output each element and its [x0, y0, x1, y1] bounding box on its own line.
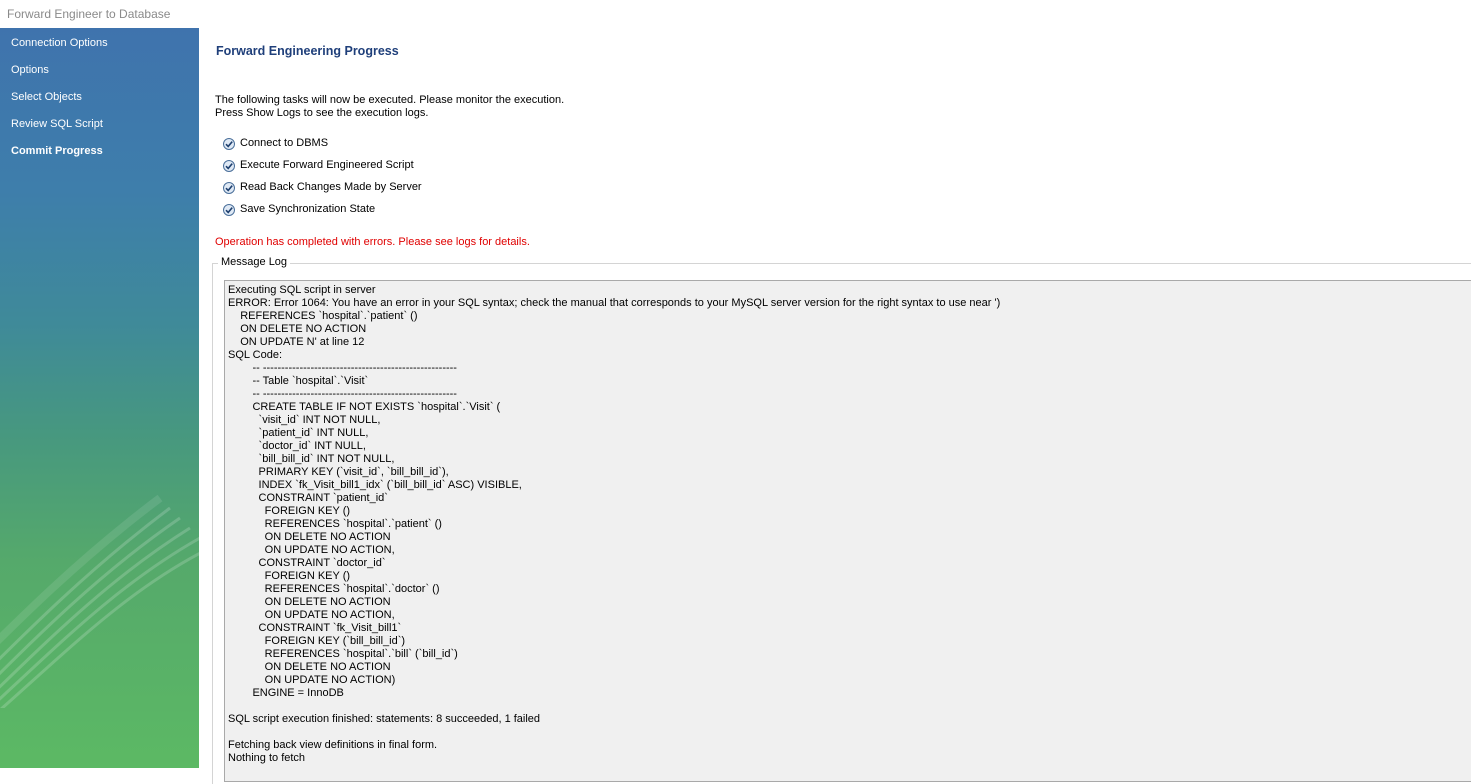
sidebar-item-options[interactable]: Options — [11, 64, 49, 76]
sidebar-item-review-sql-script[interactable]: Review SQL Script — [11, 118, 103, 130]
message-log-text: Executing SQL script in server ERROR: Er… — [228, 284, 1001, 764]
checked-icon — [223, 138, 235, 150]
wizard-sidebar: Connection Options Options Select Object… — [0, 28, 199, 768]
checked-icon — [223, 160, 235, 172]
checked-icon — [223, 204, 235, 216]
task-label: Read Back Changes Made by Server — [240, 181, 422, 193]
sidebar-item-select-objects[interactable]: Select Objects — [11, 91, 82, 103]
task-label: Connect to DBMS — [240, 137, 329, 149]
main-panel: Forward Engineering Progress The followi… — [199, 28, 1471, 784]
message-log-label: Message Log — [218, 256, 291, 268]
intro-text-line-1: The following tasks will now be executed… — [215, 94, 565, 106]
task-label: Execute Forward Engineered Script — [240, 159, 414, 171]
message-log-textarea[interactable]: Executing SQL script in server ERROR: Er… — [224, 280, 1471, 782]
checked-icon — [223, 182, 235, 194]
title-bar: Forward Engineer to Database — [0, 0, 1471, 28]
error-status-message: Operation has completed with errors. Ple… — [215, 236, 530, 248]
page-title: Forward Engineering Progress — [216, 44, 399, 58]
sidebar-item-connection-options[interactable]: Connection Options — [11, 37, 108, 49]
window-title: Forward Engineer to Database — [7, 7, 171, 21]
sidebar-item-commit-progress[interactable]: Commit Progress — [11, 145, 103, 157]
intro-text-line-2: Press Show Logs to see the execution log… — [215, 107, 429, 119]
decorative-swoosh-graphic — [0, 494, 199, 708]
task-label: Save Synchronization State — [240, 203, 376, 215]
